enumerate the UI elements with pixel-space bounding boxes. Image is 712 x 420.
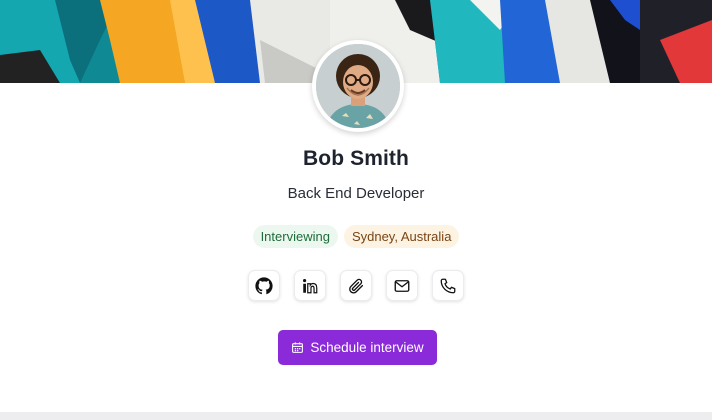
github-icon [255,276,273,294]
schedule-interview-label: Schedule interview [310,340,424,355]
bottom-divider [0,412,712,420]
profile-name: Bob Smith [303,147,409,170]
phone-button[interactable] [432,270,464,301]
avatar [312,40,404,132]
linkedin-icon [303,278,318,293]
profile-card: Bob Smith Back End Developer Interviewin… [0,0,712,420]
location-badge: Sydney, Australia [343,225,460,248]
contact-links [0,270,712,301]
badge-row: Interviewing Sydney, Australia [0,225,712,248]
paperclip-icon [349,278,364,294]
phone-icon [440,278,456,293]
profile-role: Back End Developer [287,185,425,202]
github-button[interactable] [248,270,280,301]
calendar-icon [292,342,304,353]
avatar-photo [316,44,400,128]
attachment-button[interactable] [340,270,372,301]
email-button[interactable] [386,270,418,301]
linkedin-button[interactable] [294,270,326,301]
mail-icon [394,279,410,292]
status-badge: Interviewing [252,225,338,248]
schedule-interview-button[interactable]: Schedule interview [278,330,437,365]
